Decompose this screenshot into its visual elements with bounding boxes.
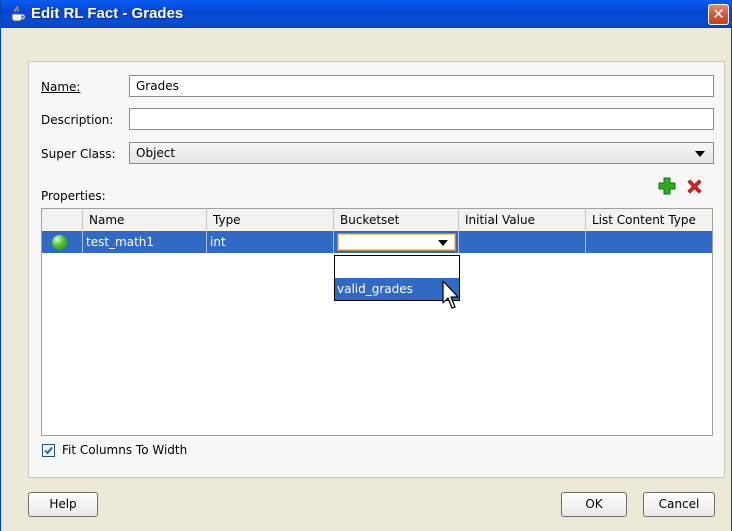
name-label: Name: — [41, 80, 81, 94]
fit-columns-label[interactable]: Fit Columns To Width — [62, 443, 187, 457]
column-header-bucketset[interactable]: Bucketset — [334, 209, 459, 231]
list-content-type-cell[interactable] — [586, 231, 712, 253]
description-label: Description: — [41, 113, 114, 127]
ok-button[interactable]: OK — [561, 492, 627, 517]
column-header-initial-value[interactable]: Initial Value — [459, 209, 586, 231]
superclass-label: Super Class: — [41, 147, 116, 161]
help-button[interactable]: Help — [28, 492, 98, 517]
name-input[interactable]: Grades — [129, 75, 714, 97]
properties-label: Properties: — [41, 189, 106, 203]
check-icon — [44, 446, 53, 455]
mouse-pointer-icon — [442, 280, 459, 309]
table-header: Name Type Bucketset Initial Value List C… — [42, 209, 712, 232]
title-bar[interactable]: Edit RL Fact - Grades ✕ — [1, 0, 731, 28]
column-header-name[interactable]: Name — [83, 209, 207, 231]
dropdown-option-empty[interactable] — [335, 256, 459, 278]
initial-value-cell[interactable] — [459, 231, 586, 253]
java-cup-icon — [11, 5, 25, 22]
dialog-title: Edit RL Fact - Grades — [31, 5, 184, 22]
plus-icon[interactable] — [658, 177, 676, 195]
chevron-down-icon — [695, 151, 705, 157]
delete-icon[interactable] — [686, 178, 703, 195]
close-button[interactable]: ✕ — [708, 4, 729, 25]
edit-rl-fact-dialog: Edit RL Fact - Grades ✕ Name: Grades Des… — [0, 0, 732, 531]
column-header-list-content-type[interactable]: List Content Type — [586, 209, 712, 231]
dropdown-option-valid-grades[interactable]: valid_grades — [335, 278, 459, 300]
column-header-status — [42, 209, 83, 231]
status-green-icon — [52, 235, 67, 250]
table-row[interactable]: test_math1 int — [42, 231, 712, 253]
fit-columns-checkbox[interactable] — [42, 444, 55, 457]
status-cell — [42, 231, 83, 253]
superclass-select[interactable]: Object — [129, 142, 714, 164]
description-input[interactable] — [129, 108, 714, 130]
bucketset-select[interactable] — [337, 233, 456, 251]
properties-table: Name Type Bucketset Initial Value List C… — [41, 208, 713, 436]
close-icon: ✕ — [712, 5, 725, 23]
type-cell[interactable]: int — [207, 231, 334, 253]
bucketset-cell[interactable] — [334, 231, 459, 253]
name-cell[interactable]: test_math1 — [83, 231, 207, 253]
column-header-type[interactable]: Type — [207, 209, 334, 231]
chevron-down-icon — [438, 240, 448, 246]
cancel-button[interactable]: Cancel — [643, 492, 715, 517]
superclass-value: Object — [136, 146, 176, 160]
